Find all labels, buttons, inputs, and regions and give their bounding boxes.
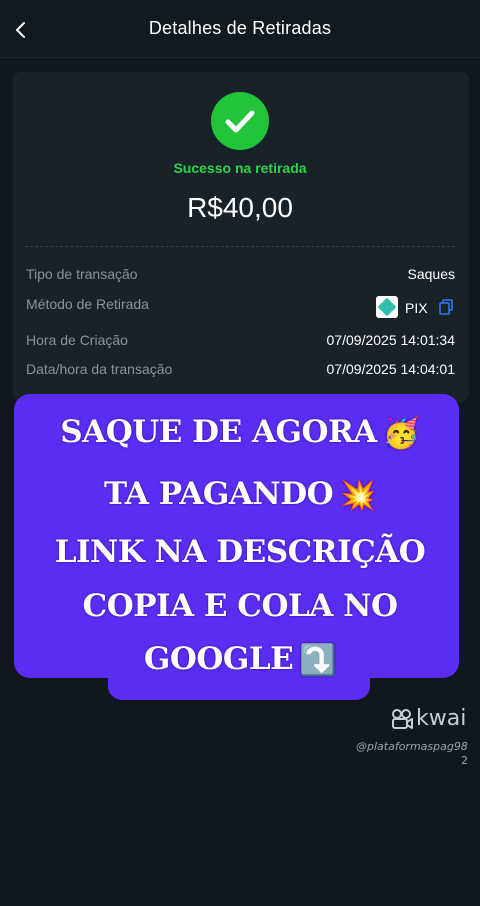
withdrawal-details-screen: Detalhes de Retiradas Sucesso na retirad… [0,0,480,906]
page-title: Detalhes de Retiradas [148,18,332,38]
promo-text: TA PAGANDO [104,476,334,512]
withdrawal-amount: R$40,00 [187,192,293,223]
withdrawal-method-label: Método de Retirada [26,296,149,312]
promo-line-3: LINK NA DESCRIÇÃO [54,534,426,570]
promo-text: SAQUE DE AGORA [60,414,377,450]
checkmark-circle-icon [211,92,269,150]
kwai-logo-icon [390,707,414,731]
kwai-username-suffix: 2 [461,754,468,767]
arrow-down-right-icon: ⤵️ [299,643,337,678]
promo-line-4: COPIA E COLA NO [82,588,398,624]
transaction-type-label: Tipo de transação [26,266,138,282]
created-time-label: Hora de Criação [26,332,128,348]
transaction-type-value: Saques [407,266,455,282]
party-face-icon: 🥳 [382,416,420,451]
promo-line-5: GOOGLE ⤵️ [0,641,480,678]
kwai-username: @plataformaspag98 [356,740,468,753]
copy-icon[interactable] [439,299,453,315]
pix-icon [376,296,398,318]
top-bar: Detalhes de Retiradas [0,0,480,58]
status-text: Sucesso na retirada [173,160,307,176]
promo-line-1: SAQUE DE AGORA 🥳 [0,414,480,451]
promo-line-2: TA PAGANDO 💥 [0,476,480,513]
collision-icon: 💥 [339,478,376,513]
created-time-value: 07/09/2025 14:01:34 [326,332,455,348]
transaction-time-value: 07/09/2025 14:04:01 [326,361,455,377]
promo-text: GOOGLE [143,641,294,677]
transaction-time-label: Data/hora da transação [26,361,173,377]
withdrawal-method-value: PIX [405,300,428,316]
divider [25,246,455,247]
kwai-brand: kwai [416,706,467,731]
